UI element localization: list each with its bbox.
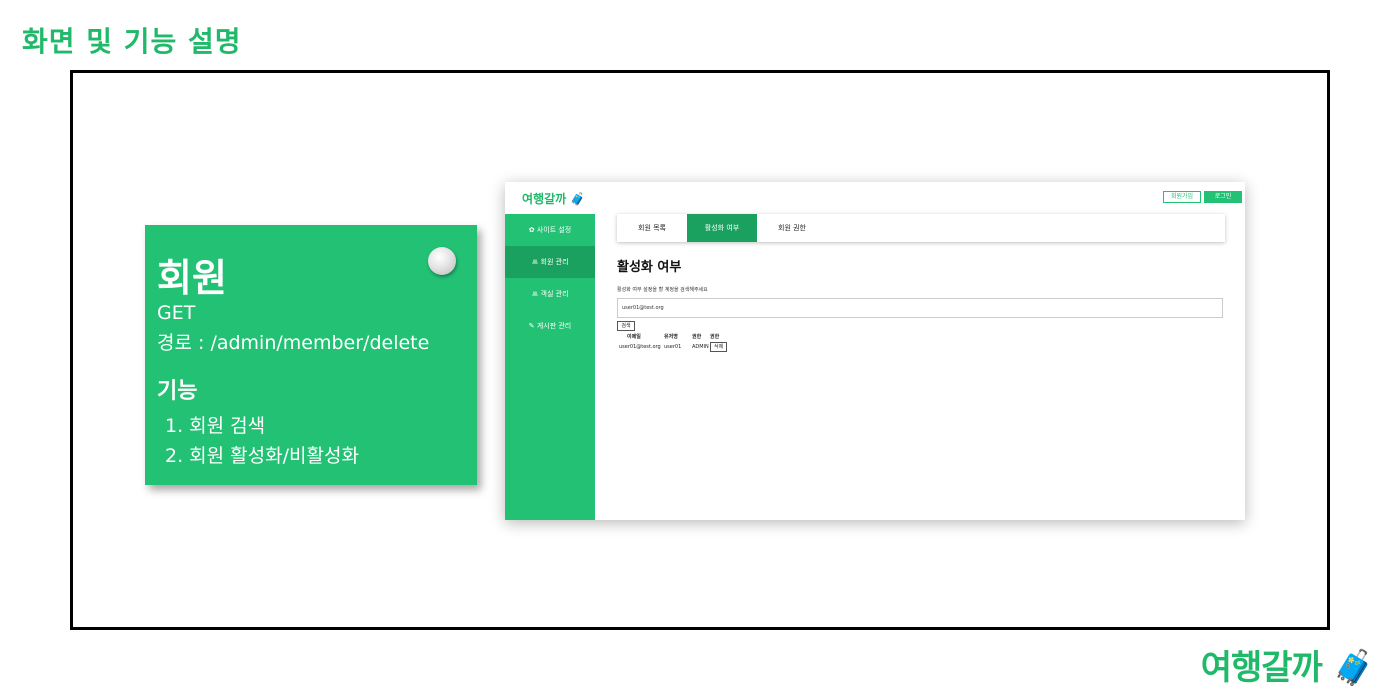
search-hint: 활성화 여부 설정을 할 계정을 검색해주세요 <box>617 287 708 293</box>
brand-logo: 여행갈까 🧳 <box>1200 648 1375 688</box>
description-note: 회원 GET 경로 : /admin/member/delete 기능 1. 회… <box>145 225 477 485</box>
table-header-row: 이메일 유저명 권한 권한 <box>619 332 730 342</box>
tab-activation[interactable]: 활성화 여부 <box>687 214 757 242</box>
delete-button[interactable]: 삭제 <box>710 342 728 352</box>
note-function-item: 2. 회원 활성화/비활성화 <box>165 445 359 467</box>
sidebar-item-member-management[interactable]: ꔛ 회원 관리 <box>505 246 595 278</box>
note-functions-title: 기능 <box>157 379 198 404</box>
sidebar-item-site-settings[interactable]: ✿ 사이트 설정 <box>505 214 595 246</box>
join-button[interactable]: 회원가입 <box>1163 191 1201 203</box>
note-route: 경로 : /admin/member/delete <box>157 332 430 354</box>
column-header: 유저명 <box>664 334 678 340</box>
tab-member-permission[interactable]: 회원 권한 <box>757 214 827 242</box>
column-header: 권한 <box>710 334 720 340</box>
column-header: 권한 <box>692 334 702 340</box>
admin-screenshot: 여행갈까 🧳 회원가입 로그인 ✿ 사이트 설정 ꔛ 회원 관리 ꔛ 객실 관리… <box>505 182 1245 520</box>
site-logo[interactable]: 여행갈까 🧳 <box>522 190 585 207</box>
column-header: 이메일 <box>627 334 641 340</box>
sidebar-item-board-management[interactable]: ✎ 게시판 관리 <box>505 310 595 342</box>
top-bar: 여행갈까 🧳 회원가입 로그인 <box>505 182 1245 212</box>
login-button[interactable]: 로그인 <box>1204 191 1242 203</box>
cell-username: user01 <box>664 344 682 350</box>
sidebar-item-room-management[interactable]: ꔛ 객실 관리 <box>505 278 595 310</box>
note-function-list: 1. 회원 검색 2. 회원 활성화/비활성화 <box>165 411 359 471</box>
table-row: user01@test.org user01 ADMIN 삭제 <box>619 342 730 352</box>
search-button[interactable]: 검색 <box>617 321 635 331</box>
note-function-item: 1. 회원 검색 <box>165 415 266 437</box>
cell-email: user01@test.org <box>619 344 661 350</box>
member-table: 이메일 유저명 권한 권한 user01@test.org user01 ADM… <box>619 332 730 352</box>
sidebar: ✿ 사이트 설정 ꔛ 회원 관리 ꔛ 객실 관리 ✎ 게시판 관리 <box>505 214 595 520</box>
search-input[interactable]: user01@test.org <box>617 298 1223 318</box>
slide: 화면 및 기능 설명 회원 GET 경로 : /admin/member/del… <box>0 0 1400 700</box>
tab-bar: 회원 목록 활성화 여부 회원 권한 <box>617 214 1225 242</box>
pin-icon <box>428 247 456 275</box>
note-method: GET <box>157 302 196 324</box>
slide-title: 화면 및 기능 설명 <box>22 25 242 58</box>
tab-member-list[interactable]: 회원 목록 <box>617 214 687 242</box>
cell-role: ADMIN <box>692 344 709 350</box>
page-title: 활성화 여부 <box>617 260 682 275</box>
note-title: 회원 <box>157 256 227 300</box>
